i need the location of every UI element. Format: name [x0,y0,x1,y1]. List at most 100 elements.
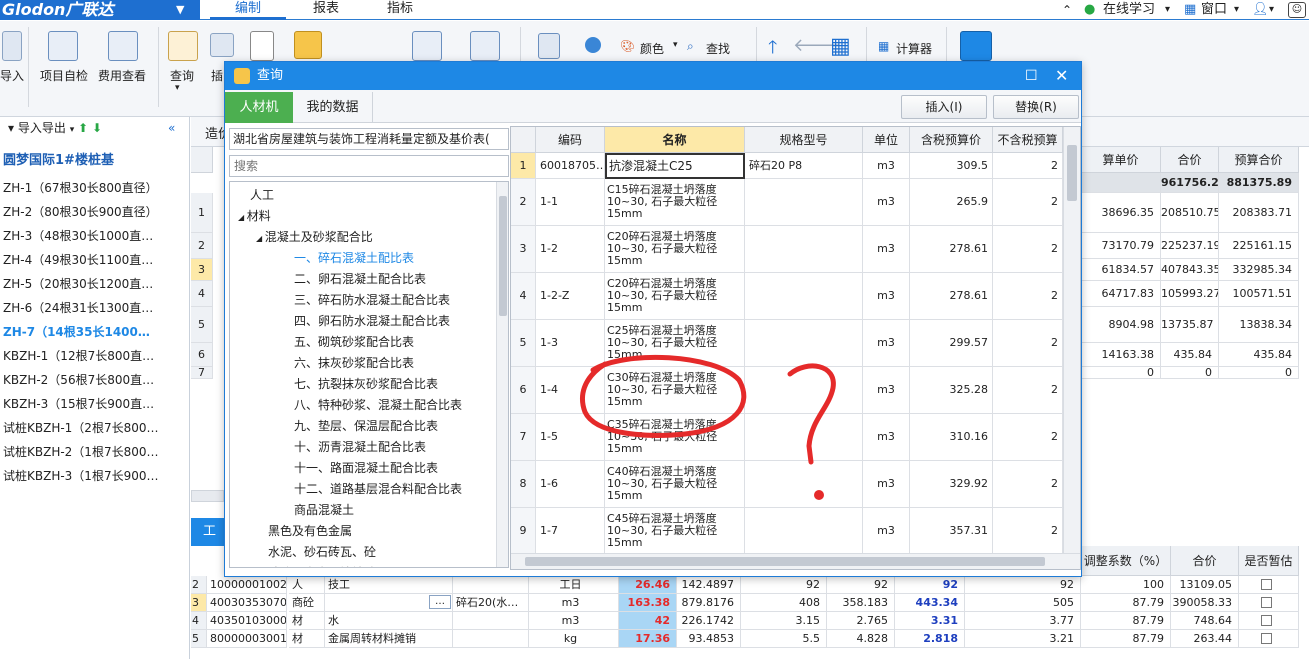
material-cell-spec[interactable] [453,576,529,594]
result-cell-nt[interactable]: 2 [993,414,1063,461]
result-cell-nt[interactable]: 2 [993,179,1063,226]
result-cell-nt[interactable]: 2 [993,153,1063,179]
calculator-button[interactable]: 计算器 [896,40,932,57]
material-cell-a[interactable]: 17.36 [619,630,677,648]
result-cell-price[interactable]: 309.5 [910,153,993,179]
material-cell-g[interactable]: 100 [1081,576,1171,594]
replace-button[interactable]: 替换(R) [993,95,1079,119]
expand-icon[interactable]: ◢ [238,213,247,222]
result-cell-no[interactable]: 1 [511,153,536,179]
col-sum[interactable]: 合价 [1171,546,1239,576]
material-cell-d[interactable]: 4.828 [827,630,895,648]
material-cell-d[interactable]: 92 [827,576,895,594]
row-number[interactable]: 1 [191,193,213,233]
material-cell-h[interactable]: 390058.33 [1171,594,1239,612]
grid-cell[interactable]: 225161.15 [1219,233,1299,259]
online-learning-link[interactable]: 在线学习 [1103,1,1155,19]
result-cell-name[interactable]: C20碎石混凝土坍落度 10~30, 石子最大粒径 15mm [605,273,745,320]
col-spec[interactable]: 规格型号 [745,127,863,153]
tree-node[interactable]: 商品混凝土 [276,500,354,521]
grid-cell[interactable]: 332985.34 [1219,259,1299,281]
material-cell-d[interactable]: 358.183 [827,594,895,612]
tree-item[interactable]: ZH-3（48根30长1000直… [3,225,188,247]
chevron-down-icon[interactable]: ▾ [1165,1,1170,19]
col-budget-total[interactable]: 预算合价 [1219,147,1299,173]
tree-item[interactable]: KBZH-1（12根7长800直… [3,345,188,367]
grid-cell[interactable]: 225237.19 [1161,233,1219,259]
col-provisional[interactable]: 是否暂估 [1239,546,1299,576]
grid-cell[interactable]: 61834.57 [1081,259,1161,281]
col-price-notax[interactable]: 不含税预算 [993,127,1063,153]
material-cell-h[interactable]: 13109.05 [1171,576,1239,594]
chevron-down-icon[interactable]: ▾ [175,83,180,93]
material-cell-code[interactable]: 100000010021 [207,576,287,594]
tree-node[interactable]: 八、特种砂浆、混凝土配合比表 [276,395,462,416]
tree-item[interactable]: ZH-7（14根35长1400… [3,321,188,343]
material-cell-g[interactable]: 87.79 [1081,612,1171,630]
material-cell-c[interactable]: 3.15 [741,612,827,630]
material-cell-type[interactable]: 商砼 [289,594,325,612]
h-scrollbar[interactable] [191,490,224,502]
material-cell-f[interactable]: 92 [965,576,1081,594]
grid-cell[interactable]: 0 [1161,367,1219,379]
result-cell-no[interactable]: 7 [511,414,536,461]
material-cell-d[interactable]: 2.765 [827,612,895,630]
grid-cell[interactable]: 38696.35 [1081,193,1161,233]
expand-icon[interactable]: ◢ [256,234,265,243]
material-cell-e[interactable]: 3.31 [895,612,965,630]
result-cell-unit[interactable]: m3 [863,320,910,367]
tree-item[interactable]: ZH-4（49根30长1100直… [3,249,188,271]
color-button[interactable]: 颜色 [640,40,664,57]
material-cell-f[interactable]: 3.77 [965,612,1081,630]
material-cell-type[interactable]: 材 [289,630,325,648]
tree-node[interactable]: 十一、路面混凝土配合比表 [276,458,438,479]
material-cell-f[interactable]: 505 [965,594,1081,612]
tree-item[interactable]: ZH-5（20根30长1200直… [3,273,188,295]
material-cell-unit[interactable]: m3 [529,612,619,630]
provisional-checkbox[interactable] [1261,633,1272,644]
result-cell-unit[interactable]: m3 [863,461,910,508]
tab-edit[interactable]: 编制 [210,0,286,20]
fee-view-button[interactable]: 费用查看 [98,67,146,84]
tree-node[interactable]: 七、抗裂抹灰砂浆配合比表 [276,374,438,395]
grid-cell[interactable]: 13735.87 [1161,307,1219,343]
project-title[interactable]: 圆梦国际1#楼桩基 [3,150,188,172]
window-menu[interactable]: 窗口 [1201,1,1227,19]
tree-item[interactable]: ZH-2（80根30长900直径） [3,201,188,223]
tree-node[interactable]: 四、卵石防水混凝土配合比表 [276,311,450,332]
row-number[interactable]: 2 [191,233,213,259]
result-cell-price[interactable]: 278.61 [910,273,993,320]
result-cell-code[interactable]: 60018705… [536,153,605,179]
result-cell-spec[interactable] [745,508,863,555]
result-cell-code[interactable]: 1-1 [536,179,605,226]
brand-logo[interactable]: Glodon广联达 ▼ [0,0,200,20]
material-cell-unit[interactable]: kg [529,630,619,648]
row-number[interactable]: 3 [191,259,213,281]
grid-cell[interactable]: 105993.27 [1161,281,1219,307]
grid-cell[interactable]: 0 [1219,367,1299,379]
material-cell-type[interactable]: 材 [289,612,325,630]
material-cell-g[interactable]: 87.79 [1081,594,1171,612]
tree-node[interactable]: 五、砌筑砂浆配合比表 [276,332,414,353]
grid-cell[interactable]: 435.84 [1161,343,1219,367]
tree-item[interactable]: 试桩KBZH-2（1根7长800… [3,441,188,463]
material-cell-no[interactable]: 4 [191,612,207,630]
tree-node[interactable]: 二、卵石混凝土配合比表 [276,269,426,290]
result-cell-price[interactable]: 357.31 [910,508,993,555]
material-cell-no[interactable]: 3 [191,594,207,612]
material-cell-c[interactable]: 5.5 [741,630,827,648]
sigma-icon[interactable] [960,31,992,61]
grid-cell[interactable]: 208510.75 [1161,193,1219,233]
grid-cell[interactable]: 14163.38 [1081,343,1161,367]
result-cell-name[interactable]: 抗渗混凝土C25 [605,153,745,179]
material-cell-c[interactable]: 92 [741,576,827,594]
tree-node[interactable]: ◢ 材料 [238,206,271,227]
result-cell-no[interactable]: 3 [511,226,536,273]
result-cell-unit[interactable]: m3 [863,508,910,555]
result-cell-name[interactable]: C20碎石混凝土坍落度 10~30, 石子最大粒径 15mm [605,226,745,273]
insert-button[interactable]: 插入(I) [901,95,987,119]
table-h-scrollbar[interactable] [511,553,1080,569]
tree-node[interactable]: 三、碎石防水混凝土配合比表 [276,290,450,311]
tree-item[interactable]: 试桩KBZH-1（2根7长800… [3,417,188,439]
row-number[interactable]: 5 [191,307,213,343]
